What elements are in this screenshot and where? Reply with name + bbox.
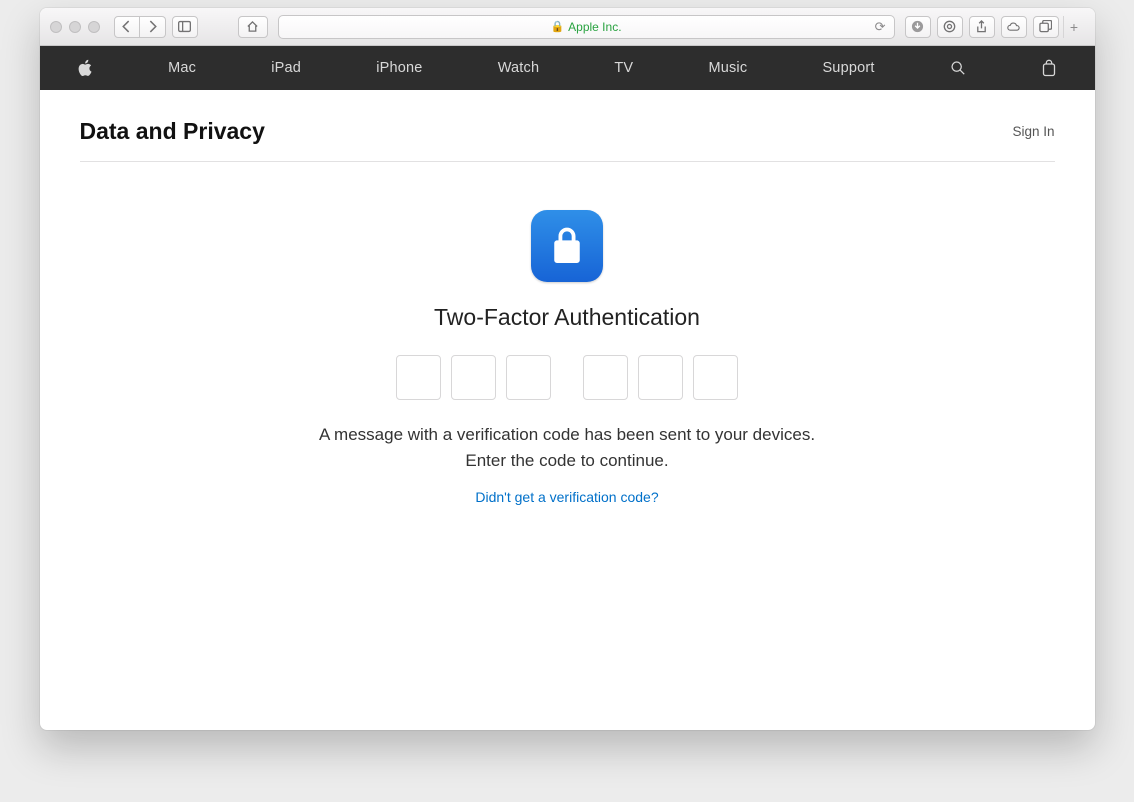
- share-button[interactable]: [969, 16, 995, 38]
- search-icon[interactable]: [950, 59, 966, 77]
- nav-music[interactable]: Music: [708, 60, 747, 76]
- code-digit-2[interactable]: [451, 355, 496, 400]
- nav-mac[interactable]: Mac: [168, 60, 196, 76]
- nav-support[interactable]: Support: [822, 60, 874, 76]
- icloud-tabs-button[interactable]: [1001, 16, 1027, 38]
- downloads-button[interactable]: [905, 16, 931, 38]
- address-label: Apple Inc.: [568, 20, 621, 34]
- lock-icon: 🔒: [550, 20, 564, 33]
- bag-icon[interactable]: [1041, 59, 1057, 77]
- safari-window: 🔒 Apple Inc. ⟳ +: [40, 8, 1095, 730]
- sign-in-link[interactable]: Sign In: [1012, 124, 1054, 139]
- code-group-gap: [561, 355, 573, 400]
- page-content: Data and Privacy Sign In Two-Factor Auth…: [40, 90, 1095, 730]
- resend-code-link[interactable]: Didn't get a verification code?: [475, 489, 658, 505]
- reload-button[interactable]: ⟳: [875, 19, 886, 35]
- code-digit-4[interactable]: [583, 355, 628, 400]
- safari-toolbar: 🔒 Apple Inc. ⟳ +: [40, 8, 1095, 46]
- twofa-panel: Two-Factor Authentication A message with…: [287, 162, 847, 507]
- address-bar[interactable]: 🔒 Apple Inc. ⟳: [278, 15, 895, 39]
- back-button[interactable]: [114, 16, 140, 38]
- minimize-window-button[interactable]: [69, 21, 81, 33]
- privacy-report-button[interactable]: [937, 16, 963, 38]
- nav-ipad[interactable]: iPad: [271, 60, 301, 76]
- new-tab-button[interactable]: +: [1063, 16, 1085, 38]
- page-subheader: Data and Privacy Sign In: [80, 108, 1055, 162]
- code-digit-1[interactable]: [396, 355, 441, 400]
- code-input-row: [287, 355, 847, 400]
- code-digit-5[interactable]: [638, 355, 683, 400]
- page-title: Data and Privacy: [80, 118, 265, 145]
- zoom-window-button[interactable]: [88, 21, 100, 33]
- code-digit-6[interactable]: [693, 355, 738, 400]
- nav-iphone[interactable]: iPhone: [376, 60, 422, 76]
- privacy-lock-icon: [531, 210, 603, 282]
- nav-tv[interactable]: TV: [614, 60, 633, 76]
- apple-logo-icon[interactable]: [77, 59, 93, 77]
- apple-global-nav: Mac iPad iPhone Watch TV Music Support: [40, 46, 1095, 90]
- forward-button[interactable]: [140, 16, 166, 38]
- close-window-button[interactable]: [50, 21, 62, 33]
- twofa-title: Two-Factor Authentication: [287, 304, 847, 331]
- sidebar-toggle-button[interactable]: [172, 16, 198, 38]
- home-button[interactable]: [238, 16, 268, 38]
- window-controls: [50, 21, 100, 33]
- show-all-tabs-button[interactable]: [1033, 16, 1059, 38]
- code-digit-3[interactable]: [506, 355, 551, 400]
- nav-watch[interactable]: Watch: [498, 60, 540, 76]
- twofa-message: A message with a verification code has b…: [287, 422, 847, 473]
